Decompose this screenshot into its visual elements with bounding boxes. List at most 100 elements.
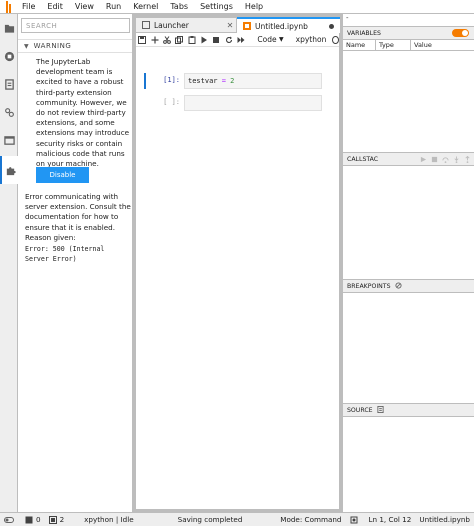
- debugger-toggle[interactable]: [452, 29, 469, 37]
- paste-button[interactable]: [186, 33, 198, 47]
- warning-text: The JupyterLab development team is excit…: [36, 57, 130, 169]
- source-header: SOURCE: [343, 403, 474, 417]
- terminate-icon[interactable]: [431, 156, 438, 163]
- column-value[interactable]: Value: [411, 40, 474, 50]
- cursor-position[interactable]: Ln 1, Col 12: [365, 513, 416, 526]
- simple-mode-toggle[interactable]: [0, 516, 21, 523]
- tab-bar: Launcher ✕ Untitled.ipynb: [133, 17, 342, 33]
- cell-prompt: [ ]:: [163, 98, 180, 106]
- code-variable: testvar: [188, 77, 218, 85]
- paste-icon: [188, 35, 196, 44]
- warning-title: WARNING: [33, 42, 72, 50]
- remove-breakpoints-icon[interactable]: [394, 281, 402, 291]
- breakpoints-title: BREAKPOINTS: [347, 282, 391, 290]
- window-icon: [3, 135, 15, 145]
- step-into-icon[interactable]: [453, 155, 460, 163]
- source-title: SOURCE: [347, 406, 373, 414]
- unsaved-dot-icon[interactable]: [329, 23, 334, 29]
- stop-icon: [213, 36, 220, 43]
- menu-settings[interactable]: Settings: [194, 0, 239, 14]
- kernel-status-icon: [332, 35, 339, 44]
- menu-file[interactable]: File: [16, 0, 41, 14]
- debugger-tab[interactable]: [0, 98, 18, 126]
- menu-help[interactable]: Help: [239, 0, 269, 14]
- column-type[interactable]: Type: [376, 40, 411, 50]
- variables-title: VARIABLES: [347, 29, 381, 37]
- save-button[interactable]: [136, 33, 148, 47]
- file-browser-tab[interactable]: [0, 14, 18, 42]
- continue-icon[interactable]: [420, 156, 427, 163]
- cell-input[interactable]: [184, 95, 322, 111]
- open-source-icon[interactable]: [377, 405, 384, 415]
- toggle-icon: [4, 516, 14, 523]
- callstack-controls: [416, 155, 471, 163]
- jupyter-logo-icon: [0, 0, 16, 14]
- mode-status[interactable]: Mode: Command: [276, 513, 345, 526]
- restart-button[interactable]: [223, 33, 235, 47]
- menu-tabs[interactable]: Tabs: [164, 0, 194, 14]
- running-icon: [4, 51, 14, 61]
- copy-button[interactable]: [173, 33, 185, 47]
- cell-type-value: Code: [257, 35, 277, 44]
- code-operator: =: [217, 77, 231, 85]
- kernel-count[interactable]: 2: [45, 513, 69, 526]
- cell-type-select[interactable]: Code ▼: [253, 33, 288, 46]
- error-message: Error communicating with server extensio…: [25, 192, 131, 232]
- puzzle-icon: [6, 166, 16, 175]
- tabs-tab[interactable]: [0, 126, 18, 154]
- fast-forward-icon: [237, 36, 245, 43]
- bug-icon: [4, 107, 14, 117]
- saving-status: Saving completed: [177, 514, 243, 524]
- kernel-status-text[interactable]: xpython | Idle: [80, 513, 138, 526]
- callstack-header: CALLSTAC: [343, 152, 474, 166]
- terminal-count-value: 0: [36, 514, 41, 524]
- palette-icon: [4, 78, 14, 90]
- tab-label: Launcher: [154, 20, 189, 30]
- kernel-name[interactable]: xpython: [296, 35, 327, 44]
- extension-search-input[interactable]: [21, 18, 130, 33]
- interrupt-button[interactable]: [210, 33, 222, 47]
- bug-status-icon[interactable]: [346, 516, 365, 524]
- error-code: Error: 500 (Internal Server Error): [25, 245, 105, 263]
- menu-edit[interactable]: Edit: [41, 0, 69, 14]
- save-icon: [138, 35, 147, 44]
- notebook-toolbar: Code ▼ xpython: [136, 33, 339, 47]
- tab-launcher[interactable]: Launcher ✕: [135, 17, 237, 33]
- kernel-count-value: 2: [59, 514, 65, 524]
- notebook-icon: [243, 22, 251, 30]
- run-button[interactable]: [198, 33, 210, 47]
- menu-run[interactable]: Run: [100, 0, 127, 14]
- restart-run-all-button[interactable]: [235, 33, 247, 47]
- reason-label: Reason given:: [25, 232, 76, 242]
- refresh-icon: [225, 36, 232, 43]
- close-icon[interactable]: ✕: [224, 21, 236, 30]
- terminal-count[interactable]: 0: [21, 513, 45, 526]
- code-cell[interactable]: [1]: testvar = 2: [144, 73, 334, 89]
- warning-section-header[interactable]: ▼ WARNING: [18, 39, 132, 53]
- column-name[interactable]: Name: [343, 40, 376, 50]
- cut-button[interactable]: [161, 33, 173, 47]
- tab-notebook[interactable]: Untitled.ipynb: [237, 17, 340, 33]
- commands-tab[interactable]: [0, 70, 18, 98]
- kernel-icon: [48, 515, 57, 524]
- file-name-status: Untitled.ipynb: [419, 514, 470, 524]
- activity-bar: [0, 14, 19, 512]
- menu-view[interactable]: View: [69, 0, 100, 14]
- tab-label: Untitled.ipynb: [255, 21, 308, 31]
- folder-icon: [4, 24, 14, 33]
- error-text: Error communicating with server extensio…: [25, 192, 131, 243]
- extension-manager-tab[interactable]: [0, 156, 19, 184]
- cell-input[interactable]: testvar = 2: [184, 73, 322, 89]
- menu-kernel[interactable]: Kernel: [127, 0, 164, 14]
- variables-header: VARIABLES: [343, 26, 474, 40]
- cell-prompt: [1]:: [163, 76, 180, 84]
- scissors-icon: [163, 35, 171, 44]
- code-number: 2: [230, 77, 235, 85]
- step-out-icon[interactable]: [464, 155, 471, 163]
- step-over-icon[interactable]: [442, 156, 449, 163]
- disable-button[interactable]: Disable: [36, 167, 89, 183]
- breakpoints-header: BREAKPOINTS: [343, 279, 474, 293]
- running-tab[interactable]: [0, 42, 18, 70]
- insert-cell-button[interactable]: [148, 33, 160, 47]
- code-cell[interactable]: [ ]:: [144, 95, 334, 111]
